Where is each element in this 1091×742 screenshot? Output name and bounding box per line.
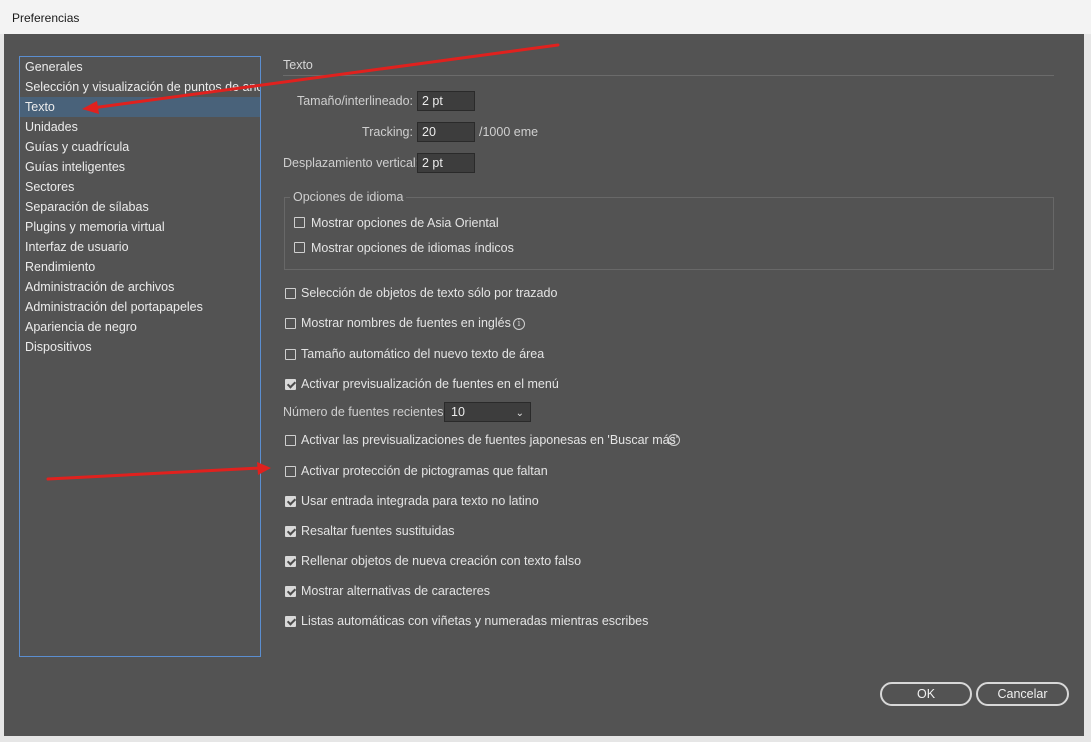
auto-lists-label: Listas automáticas con viñetas y numerad…: [301, 614, 649, 628]
auto-size-checkbox[interactable]: [285, 349, 296, 360]
recent-fonts-select[interactable]: 10 ⌄: [444, 402, 531, 422]
font-preview-checkbox[interactable]: [285, 379, 296, 390]
sidebar-item-dispositivos[interactable]: Dispositivos: [20, 337, 260, 357]
recent-fonts-label: Número de fuentes recientes:: [283, 405, 447, 419]
east-asian-checkbox[interactable]: [294, 217, 305, 228]
sidebar-item-apariencia-negro[interactable]: Apariencia de negro: [20, 317, 260, 337]
info-icon[interactable]: i: [668, 434, 680, 446]
fill-placeholder-checkbox[interactable]: [285, 556, 296, 567]
window-title: Preferencias: [12, 11, 80, 25]
highlight-substituted-checkbox[interactable]: [285, 526, 296, 537]
show-alternates-checkbox[interactable]: [285, 586, 296, 597]
tracking-unit: /1000 eme: [479, 125, 539, 139]
language-options-group: [284, 197, 1054, 270]
category-list[interactable]: Generales Selección y visualización de p…: [19, 56, 261, 657]
inline-input-checkbox[interactable]: [285, 496, 296, 507]
sidebar-item-texto[interactable]: Texto: [20, 97, 260, 117]
info-icon[interactable]: i: [513, 318, 525, 330]
sidebar-item-plugins[interactable]: Plugins y memoria virtual: [20, 217, 260, 237]
sidebar-item-guias-cuadricula[interactable]: Guías y cuadrícula: [20, 137, 260, 157]
indic-checkbox[interactable]: [294, 242, 305, 253]
japanese-preview-label: Activar las previsualizaciones de fuente…: [301, 433, 679, 447]
missing-glyph-label: Activar protección de pictogramas que fa…: [301, 464, 548, 478]
sidebar-item-separacion-silabas[interactable]: Separación de sílabas: [20, 197, 260, 217]
select-by-path-checkbox[interactable]: [285, 288, 296, 299]
tracking-input[interactable]: 20: [417, 122, 475, 142]
title-bar: Preferencias: [0, 0, 1091, 34]
select-by-path-label: Selección de objetos de texto sólo por t…: [301, 286, 558, 300]
indic-label: Mostrar opciones de idiomas índicos: [311, 241, 514, 255]
tracking-label: Tracking:: [362, 125, 413, 139]
sidebar-item-interfaz[interactable]: Interfaz de usuario: [20, 237, 260, 257]
preferences-dialog: Generales Selección y visualización de p…: [4, 34, 1084, 736]
language-options-title: Opciones de idioma: [290, 190, 407, 204]
sidebar-item-rendimiento[interactable]: Rendimiento: [20, 257, 260, 277]
sidebar-item-archivos[interactable]: Administración de archivos: [20, 277, 260, 297]
font-preview-label: Activar previsualización de fuentes en e…: [301, 377, 559, 391]
size-leading-label: Tamaño/interlineado:: [296, 94, 413, 108]
cancel-button[interactable]: Cancelar: [976, 682, 1069, 706]
section-divider: [283, 75, 1054, 76]
show-alternates-label: Mostrar alternativas de caracteres: [301, 584, 490, 598]
chevron-down-icon: ⌄: [515, 408, 524, 419]
recent-fonts-value: 10: [451, 405, 465, 419]
inline-input-label: Usar entrada integrada para texto no lat…: [301, 494, 539, 508]
sidebar-item-portapapeles[interactable]: Administración del portapapeles: [20, 297, 260, 317]
font-names-english-label: Mostrar nombres de fuentes en inglés: [301, 316, 511, 330]
japanese-preview-checkbox[interactable]: [285, 435, 296, 446]
baseline-shift-input[interactable]: 2 pt: [417, 153, 475, 173]
size-leading-input[interactable]: 2 pt: [417, 91, 475, 111]
auto-lists-checkbox[interactable]: [285, 616, 296, 627]
east-asian-label: Mostrar opciones de Asia Oriental: [311, 216, 499, 230]
sidebar-item-unidades[interactable]: Unidades: [20, 117, 260, 137]
ok-button[interactable]: OK: [880, 682, 972, 706]
sidebar-item-guias-inteligentes[interactable]: Guías inteligentes: [20, 157, 260, 177]
sidebar-item-sectores[interactable]: Sectores: [20, 177, 260, 197]
missing-glyph-checkbox[interactable]: [285, 466, 296, 477]
sidebar-item-seleccion[interactable]: Selección y visualización de puntos de a…: [20, 77, 260, 97]
section-title: Texto: [283, 58, 313, 72]
auto-size-label: Tamaño automático del nuevo texto de áre…: [301, 347, 545, 361]
sidebar-item-generales[interactable]: Generales: [20, 57, 260, 77]
baseline-shift-label: Desplazamiento vertical:: [283, 156, 420, 170]
fill-placeholder-label: Rellenar objetos de nueva creación con t…: [301, 554, 582, 568]
highlight-substituted-label: Resaltar fuentes sustituidas: [301, 524, 455, 538]
font-names-english-checkbox[interactable]: [285, 318, 296, 329]
